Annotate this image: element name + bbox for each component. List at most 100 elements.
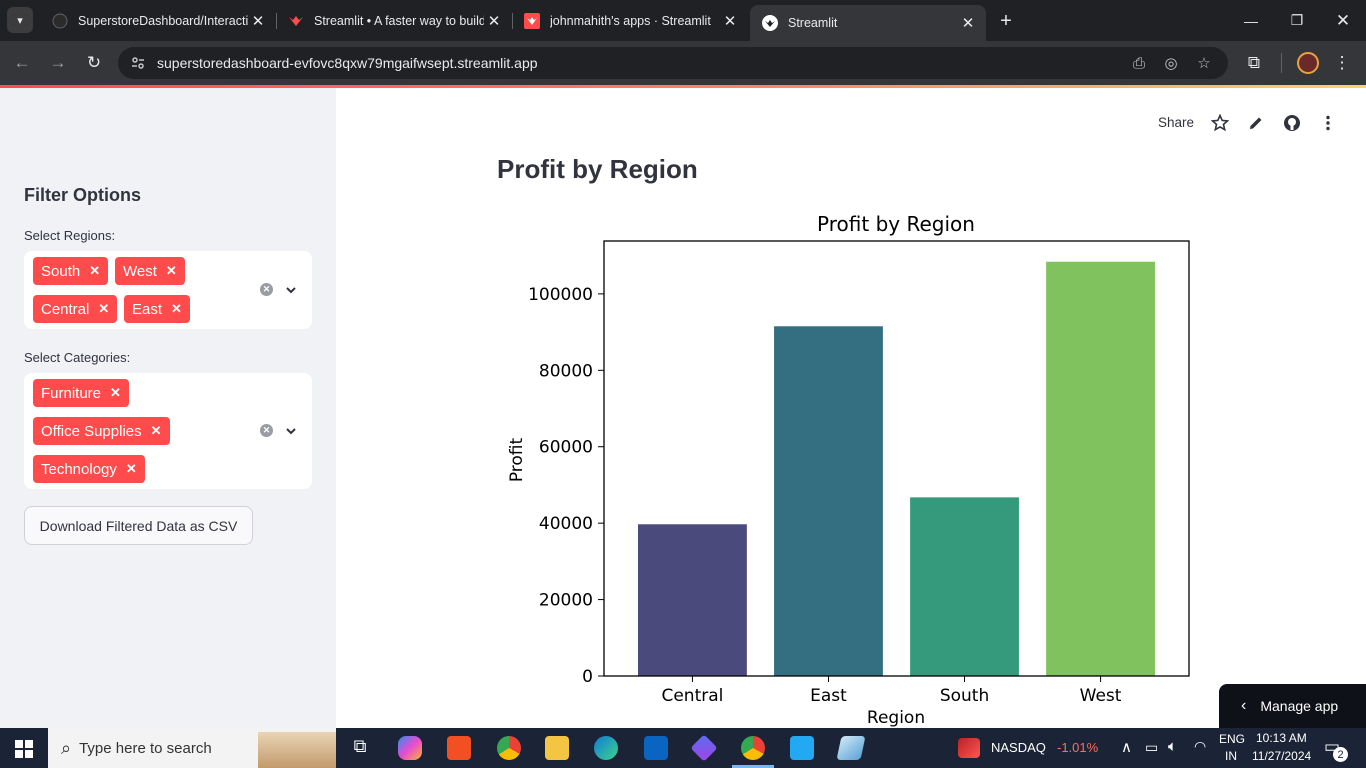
share-button[interactable]: Share	[1158, 115, 1194, 133]
browser-tab-streamlit-home[interactable]: Streamlit • A faster way to build ✕	[276, 0, 512, 41]
copilot-icon[interactable]	[398, 736, 422, 760]
new-tab-button[interactable]: +	[994, 9, 1018, 33]
tab-title: Streamlit • A faster way to build	[314, 13, 484, 28]
wifi-icon[interactable]: ◠	[1194, 738, 1206, 755]
tracking-protection-icon[interactable]: ◎	[1161, 53, 1181, 73]
ticker-name[interactable]: NASDAQ	[991, 740, 1046, 755]
tab-close-icon[interactable]: ✕	[720, 12, 740, 30]
windows-taskbar: ⌕ Type here to search ⧉ NASDAQ -1.01% ∧ …	[0, 728, 1366, 768]
manage-app-button[interactable]: ‹ Manage app	[1219, 684, 1366, 728]
chip-remove-icon[interactable]: ✕	[98, 301, 109, 317]
page-heading: Profit by Region	[497, 154, 698, 184]
minimize-button[interactable]: —	[1228, 0, 1274, 41]
region-chip[interactable]: South ✕	[33, 257, 109, 285]
star-icon[interactable]	[1211, 114, 1229, 132]
browser-tab-apps[interactable]: johnmahith's apps · Streamlit ✕	[512, 0, 748, 41]
x-tick-label: South	[940, 686, 989, 706]
chip-label: Furniture	[41, 384, 102, 402]
chip-remove-icon[interactable]: ✕	[126, 461, 137, 477]
browser-menu-icon[interactable]: ⋮	[1330, 51, 1354, 75]
chevron-down-icon[interactable]	[284, 424, 298, 438]
tab-close-icon[interactable]: ✕	[958, 14, 978, 32]
volume-icon[interactable]: 🔈︎	[1168, 738, 1177, 755]
chip-label: Central	[41, 300, 90, 318]
tab-search-button[interactable]: ▾	[7, 7, 33, 33]
vscode-icon[interactable]	[790, 736, 814, 760]
profile-avatar[interactable]	[1297, 52, 1319, 74]
language-indicator[interactable]: ENG	[1219, 732, 1245, 746]
category-chip[interactable]: Furniture ✕	[33, 379, 129, 407]
extensions-icon[interactable]: ⧉	[1242, 51, 1266, 75]
tab-close-icon[interactable]: ✕	[484, 12, 504, 30]
tab-title: johnmahith's apps · Streamlit	[550, 13, 711, 28]
chip-remove-icon[interactable]: ✕	[171, 301, 182, 317]
browser-tab-active[interactable]: Streamlit ✕	[750, 5, 986, 41]
chart-title: Profit by Region	[817, 212, 975, 236]
forward-icon[interactable]: →	[46, 51, 70, 75]
chip-remove-icon[interactable]: ✕	[110, 385, 121, 401]
search-icon: ⌕	[61, 737, 72, 758]
search-placeholder: Type here to search	[79, 739, 212, 757]
bookmark-star-icon[interactable]: ☆	[1194, 53, 1214, 73]
windows-start-icon[interactable]	[15, 740, 33, 758]
chevron-down-icon[interactable]	[284, 283, 298, 297]
category-chip[interactable]: Office Supplies ✕	[33, 417, 170, 445]
back-icon[interactable]: ←	[10, 51, 34, 75]
browser-tab-github[interactable]: SuperstoreDashboard/Interactiv ✕	[40, 0, 276, 41]
regions-multiselect[interactable]: South ✕ West ✕ Central ✕ East ✕ ✕	[24, 251, 312, 329]
close-window-button[interactable]: ✕	[1320, 0, 1366, 41]
install-app-icon[interactable]: ⎙	[1129, 53, 1149, 73]
clear-all-icon[interactable]: ✕	[260, 283, 273, 296]
more-options-icon[interactable]	[1319, 114, 1337, 132]
y-axis-label: Profit	[507, 437, 527, 482]
x-tick-label: West	[1080, 686, 1122, 706]
tab-close-icon[interactable]: ✕	[248, 12, 268, 30]
visual-studio-icon[interactable]	[690, 734, 718, 762]
chevron-left-icon: ‹	[1241, 697, 1247, 714]
chip-remove-icon[interactable]: ✕	[151, 423, 162, 439]
clock-time[interactable]: 10:13 AM	[1256, 731, 1307, 745]
manage-app-label: Manage app	[1260, 698, 1339, 714]
notepad-icon[interactable]	[836, 736, 866, 760]
regions-label: Select Regions:	[24, 228, 116, 243]
region-chip[interactable]: East ✕	[124, 295, 190, 323]
restore-button[interactable]: ❐	[1274, 0, 1320, 41]
bar-south	[910, 497, 1019, 676]
chip-label: West	[123, 262, 157, 280]
category-chip[interactable]: Technology ✕	[33, 455, 145, 483]
reload-icon[interactable]: ↻	[82, 51, 106, 75]
microsoft-store-icon[interactable]	[447, 736, 471, 760]
chip-remove-icon[interactable]: ✕	[166, 263, 177, 279]
download-csv-button[interactable]: Download Filtered Data as CSV	[24, 506, 253, 545]
categories-label: Select Categories:	[24, 350, 131, 365]
chrome-active-icon[interactable]	[741, 736, 765, 760]
streamlit-icon	[288, 13, 304, 29]
file-explorer-icon[interactable]	[545, 736, 569, 760]
edge-icon[interactable]	[594, 736, 618, 760]
github-icon[interactable]	[1283, 114, 1301, 132]
sidebar: Filter Options Select Regions: South ✕ We…	[0, 88, 336, 728]
address-bar[interactable]: superstoredashboard-evfovc8qxw79mgaifwse…	[118, 47, 1228, 79]
region-chip[interactable]: Central ✕	[33, 295, 118, 323]
language-region: IN	[1225, 749, 1237, 763]
edit-pencil-icon[interactable]	[1247, 114, 1265, 132]
categories-multiselect[interactable]: Furniture ✕ Office Supplies ✕ Technology ✕ …	[24, 373, 312, 489]
chip-label: South	[41, 262, 81, 280]
show-hidden-icons-chevron-icon[interactable]: ∧	[1121, 738, 1132, 756]
chrome-icon[interactable]	[497, 736, 521, 760]
x-tick-label: East	[810, 686, 847, 706]
notification-count-badge: 2	[1333, 747, 1348, 762]
browser-toolbar: ← → ↻ superstoredashboard-evfovc8qxw79mg…	[0, 41, 1366, 85]
battery-icon[interactable]: ▭	[1145, 739, 1158, 756]
chip-remove-icon[interactable]: ✕	[89, 263, 100, 279]
task-view-icon[interactable]: ⧉	[348, 736, 372, 760]
outlook-icon[interactable]	[644, 736, 668, 760]
taskbar-search-box[interactable]: ⌕ Type here to search	[48, 728, 336, 768]
x-tick-label: Central	[661, 686, 723, 706]
region-chip[interactable]: West ✕	[115, 257, 185, 285]
ticker-change[interactable]: -1.01%	[1057, 740, 1098, 755]
site-info-icon[interactable]	[128, 53, 148, 73]
clock-date[interactable]: 11/27/2024	[1252, 749, 1311, 763]
y-tick-label: 60000	[539, 438, 593, 458]
clear-all-icon[interactable]: ✕	[260, 424, 273, 437]
